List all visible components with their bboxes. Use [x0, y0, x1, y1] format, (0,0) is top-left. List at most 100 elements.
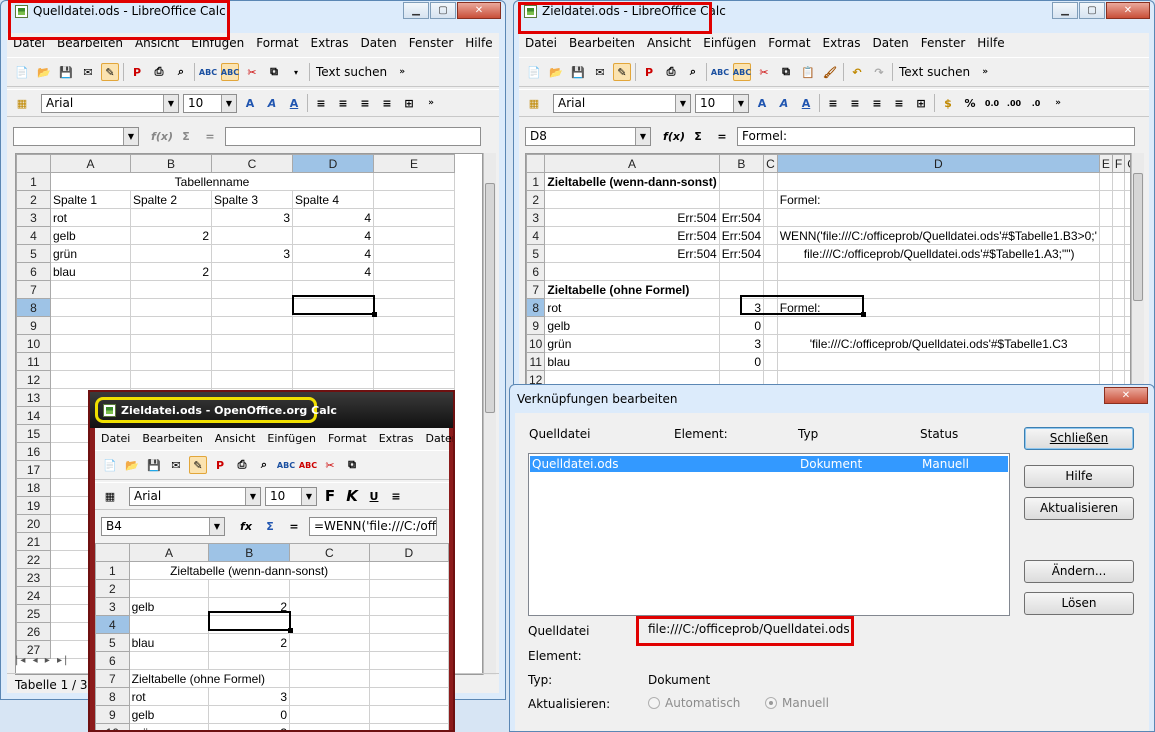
cell[interactable] — [289, 687, 370, 706]
row-header[interactable]: 8 — [526, 298, 546, 317]
equals-icon[interactable]: = — [713, 127, 731, 145]
corner-cell[interactable] — [16, 154, 51, 173]
cell[interactable] — [130, 316, 212, 335]
cell[interactable] — [130, 334, 212, 353]
cell[interactable] — [50, 370, 131, 389]
maximize-button[interactable]: ▢ — [1079, 2, 1105, 19]
cell[interactable] — [130, 280, 212, 299]
cell[interactable] — [1098, 172, 1113, 191]
cell[interactable] — [368, 669, 449, 688]
cell[interactable]: gelb — [128, 597, 210, 616]
cell[interactable]: blau — [128, 633, 210, 652]
cell[interactable] — [718, 280, 765, 299]
cell[interactable] — [776, 352, 1100, 371]
column-header[interactable]: A — [128, 543, 210, 562]
cell[interactable] — [292, 334, 374, 353]
cell[interactable] — [292, 370, 374, 389]
column-header[interactable]: D — [368, 543, 449, 562]
corner-cell[interactable] — [526, 154, 546, 173]
cell[interactable] — [1098, 226, 1113, 245]
cell[interactable] — [763, 244, 778, 263]
mail-icon[interactable]: ✉ — [591, 63, 609, 81]
cell[interactable] — [130, 298, 212, 317]
cell[interactable] — [718, 262, 765, 281]
cell[interactable] — [763, 316, 778, 335]
font-size-select[interactable]: 10 ▼ — [695, 93, 749, 113]
maximize-button[interactable]: ▢ — [430, 2, 456, 19]
equals-icon[interactable]: = — [201, 127, 219, 145]
radio-manual[interactable]: Manuell — [765, 696, 829, 710]
copy-icon[interactable]: ⧉ — [343, 456, 361, 474]
cell[interactable] — [1098, 262, 1113, 281]
row-header[interactable]: 7 — [95, 669, 130, 688]
close-button[interactable]: ✕ — [457, 2, 501, 19]
cell[interactable]: Err:504 — [544, 226, 720, 245]
menu-item[interactable]: Bearbeiten — [563, 36, 641, 50]
cell[interactable]: 4 — [292, 226, 374, 245]
cell[interactable]: 3 — [718, 298, 765, 317]
cell[interactable] — [211, 262, 293, 281]
menu-item[interactable]: Einfügen — [261, 432, 322, 445]
row-header[interactable]: 1 — [526, 172, 546, 191]
merge-icon[interactable]: ⊞ — [912, 94, 930, 112]
font-size-select[interactable]: 10 ▼ — [183, 93, 237, 113]
cell[interactable] — [130, 244, 212, 263]
row-header[interactable]: 22 — [16, 550, 51, 569]
row-header[interactable]: 7 — [526, 280, 546, 299]
row-header[interactable]: 4 — [16, 226, 51, 245]
cell[interactable] — [373, 226, 455, 245]
print-preview-icon[interactable]: ⌕ — [172, 63, 190, 81]
menu-item[interactable]: Fenster — [915, 36, 972, 50]
merge-icon[interactable]: ⊞ — [400, 94, 418, 112]
cell[interactable]: Formel: — [776, 298, 1100, 317]
menu-item[interactable]: Ansicht — [209, 432, 262, 445]
row-header[interactable]: 10 — [526, 334, 546, 353]
row-header[interactable]: 2 — [526, 190, 546, 209]
function-wizard-icon[interactable]: f(x) — [151, 127, 173, 145]
cell[interactable]: Err:504 — [544, 208, 720, 227]
cell[interactable]: 3 — [211, 208, 293, 227]
name-box[interactable]: D8 ▼ — [525, 126, 651, 146]
bold-icon[interactable]: F — [321, 487, 339, 505]
edit-mode-icon[interactable]: ✎ — [189, 456, 207, 474]
menu-item[interactable]: Bearbeiten — [136, 432, 208, 445]
cell[interactable] — [373, 298, 455, 317]
cell[interactable]: 4 — [292, 262, 374, 281]
row-header[interactable]: 5 — [16, 244, 51, 263]
row-header[interactable]: 6 — [95, 651, 130, 670]
sum-icon[interactable]: Σ — [177, 127, 195, 145]
row-header[interactable]: 10 — [95, 723, 130, 730]
cell[interactable] — [211, 370, 293, 389]
cell[interactable] — [289, 651, 370, 670]
update-button[interactable]: Aktualisieren — [1024, 497, 1134, 520]
row-header[interactable]: 13 — [16, 388, 51, 407]
format-paintbrush-icon[interactable]: 🖌 — [821, 63, 839, 81]
row-header[interactable]: 6 — [526, 262, 546, 281]
cell[interactable] — [50, 352, 131, 371]
cell[interactable] — [368, 615, 449, 634]
cell[interactable]: 3 — [718, 334, 765, 353]
row-header[interactable]: 2 — [16, 190, 51, 209]
cell[interactable]: 0 — [208, 705, 291, 724]
break-link-button[interactable]: Lösen — [1024, 592, 1134, 615]
minimize-button[interactable]: ▁ — [403, 2, 429, 19]
cell[interactable] — [211, 316, 293, 335]
new-icon[interactable]: 📄 — [101, 456, 119, 474]
cell[interactable] — [289, 705, 370, 724]
find-toolbar-label[interactable]: Text suchen — [897, 65, 972, 79]
name-box[interactable]: ▼ — [13, 126, 139, 146]
row-header[interactable]: 3 — [526, 208, 546, 227]
row-header[interactable]: 9 — [526, 316, 546, 335]
more-icon[interactable]: » — [393, 63, 411, 81]
row-header[interactable]: 15 — [16, 424, 51, 443]
cut-icon[interactable]: ✂ — [755, 63, 773, 81]
align-left-icon[interactable]: ≡ — [312, 94, 330, 112]
column-header[interactable]: B — [130, 154, 212, 173]
cell[interactable]: Spalte 1 — [50, 190, 131, 209]
more-icon[interactable]: » — [1049, 94, 1067, 112]
cell[interactable] — [718, 172, 765, 191]
cell[interactable] — [368, 705, 449, 724]
cell[interactable] — [373, 370, 455, 389]
cell[interactable]: rot — [50, 208, 131, 227]
save-icon[interactable]: 💾 — [145, 456, 163, 474]
